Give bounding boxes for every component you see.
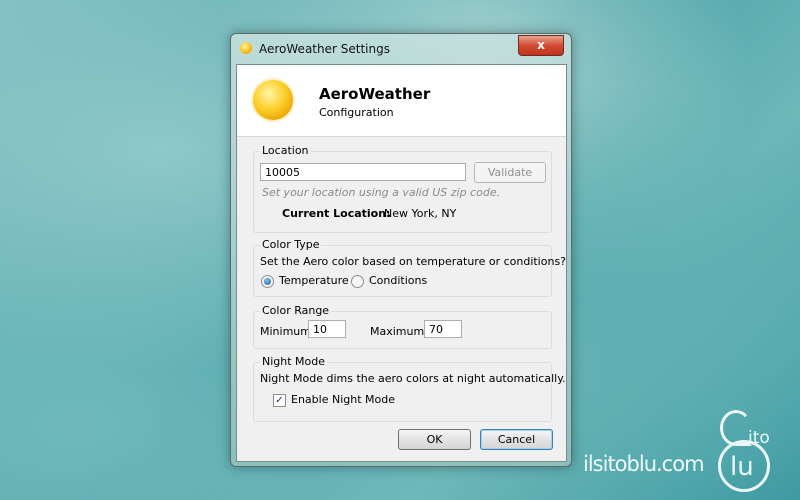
validate-button[interactable]: Validate <box>474 162 546 183</box>
current-location-label: Current Location: <box>282 207 391 220</box>
temperature-radio-label[interactable]: Temperature <box>279 274 349 287</box>
app-subtitle: Configuration <box>319 106 394 119</box>
conditions-radio[interactable] <box>351 275 364 288</box>
current-location-value: New York, NY <box>384 207 457 220</box>
logo-lu-text: lu <box>730 452 754 482</box>
maximum-label: Maximum: <box>370 325 428 338</box>
night-mode-legend: Night Mode <box>260 355 328 368</box>
color-type-description: Set the Aero color based on temperature … <box>260 255 567 268</box>
settings-dialog: AeroWeather Settings x AeroWeather Confi… <box>230 33 572 467</box>
close-button[interactable]: x <box>518 35 564 56</box>
minimum-input[interactable] <box>308 320 346 338</box>
dialog-client-area: AeroWeather Configuration Location Valid… <box>236 64 567 462</box>
dialog-header: AeroWeather Configuration <box>237 65 566 137</box>
night-mode-checkbox[interactable]: ✓ <box>273 394 286 407</box>
app-sun-icon <box>240 42 252 54</box>
color-type-legend: Color Type <box>260 238 322 251</box>
minimum-label: Minimum: <box>260 325 315 338</box>
location-hint: Set your location using a valid US zip c… <box>262 186 501 199</box>
title-bar[interactable]: AeroWeather Settings x <box>231 34 571 64</box>
night-mode-group: Night Mode Night Mode dims the aero colo… <box>253 355 566 422</box>
color-range-group: Color Range Minimum: Maximum: <box>253 304 552 349</box>
conditions-radio-label[interactable]: Conditions <box>369 274 427 287</box>
ok-button[interactable]: OK <box>398 429 471 450</box>
night-mode-description: Night Mode dims the aero colors at night… <box>260 372 566 385</box>
window-title: AeroWeather Settings <box>259 42 390 56</box>
watermark-text: ilsitoblu.com <box>583 452 705 476</box>
night-mode-checkbox-label[interactable]: Enable Night Mode <box>291 393 395 406</box>
sun-icon <box>253 80 293 120</box>
location-group: Location Validate Set your location usin… <box>253 144 552 233</box>
maximum-input[interactable] <box>424 320 462 338</box>
color-range-legend: Color Range <box>260 304 332 317</box>
temperature-radio[interactable] <box>261 275 274 288</box>
zip-code-input[interactable] <box>260 163 466 181</box>
cancel-button[interactable]: Cancel <box>480 429 553 450</box>
location-legend: Location <box>260 144 311 157</box>
app-name: AeroWeather <box>319 85 431 103</box>
color-type-group: Color Type Set the Aero color based on t… <box>253 238 566 297</box>
